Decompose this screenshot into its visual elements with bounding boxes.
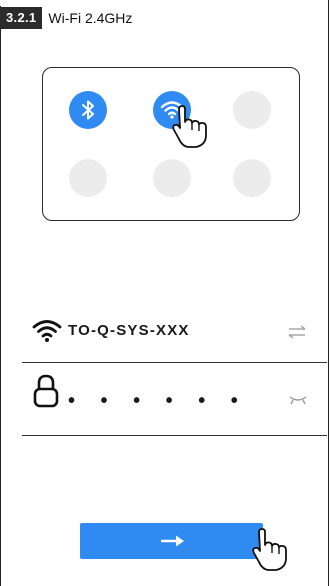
arrow-right-icon [160, 535, 184, 547]
section-header: 3.2.1 Wi-Fi 2.4GHz [0, 7, 132, 29]
wifi-icon [32, 320, 62, 342]
lock-icon [33, 374, 59, 408]
ssid-row[interactable]: TO-Q-SYS-XXX [22, 303, 327, 363]
swap-arrows-icon[interactable] [287, 325, 307, 339]
next-button[interactable] [80, 523, 263, 559]
password-divider [22, 435, 327, 436]
ssid-value: TO-Q-SYS-XXX [68, 322, 190, 339]
frame-left-border [0, 6, 1, 586]
section-title: Wi-Fi 2.4GHz [48, 10, 133, 26]
bluetooth-icon [82, 100, 94, 120]
control-toggle-3[interactable] [233, 91, 271, 129]
bluetooth-toggle[interactable] [69, 91, 107, 129]
control-toggle-6[interactable] [233, 159, 271, 197]
tap-hand-icon [252, 528, 287, 571]
frame-right-border [328, 0, 329, 586]
hide-password-icon[interactable] [289, 394, 307, 406]
section-number-badge: 3.2.1 [0, 7, 43, 29]
tap-hand-icon [172, 105, 207, 148]
ssid-divider [22, 362, 327, 363]
password-mask: • • • • • • [68, 390, 248, 412]
control-toggle-4[interactable] [69, 159, 107, 197]
password-row[interactable]: • • • • • • [22, 374, 327, 436]
control-toggle-5[interactable] [153, 159, 191, 197]
